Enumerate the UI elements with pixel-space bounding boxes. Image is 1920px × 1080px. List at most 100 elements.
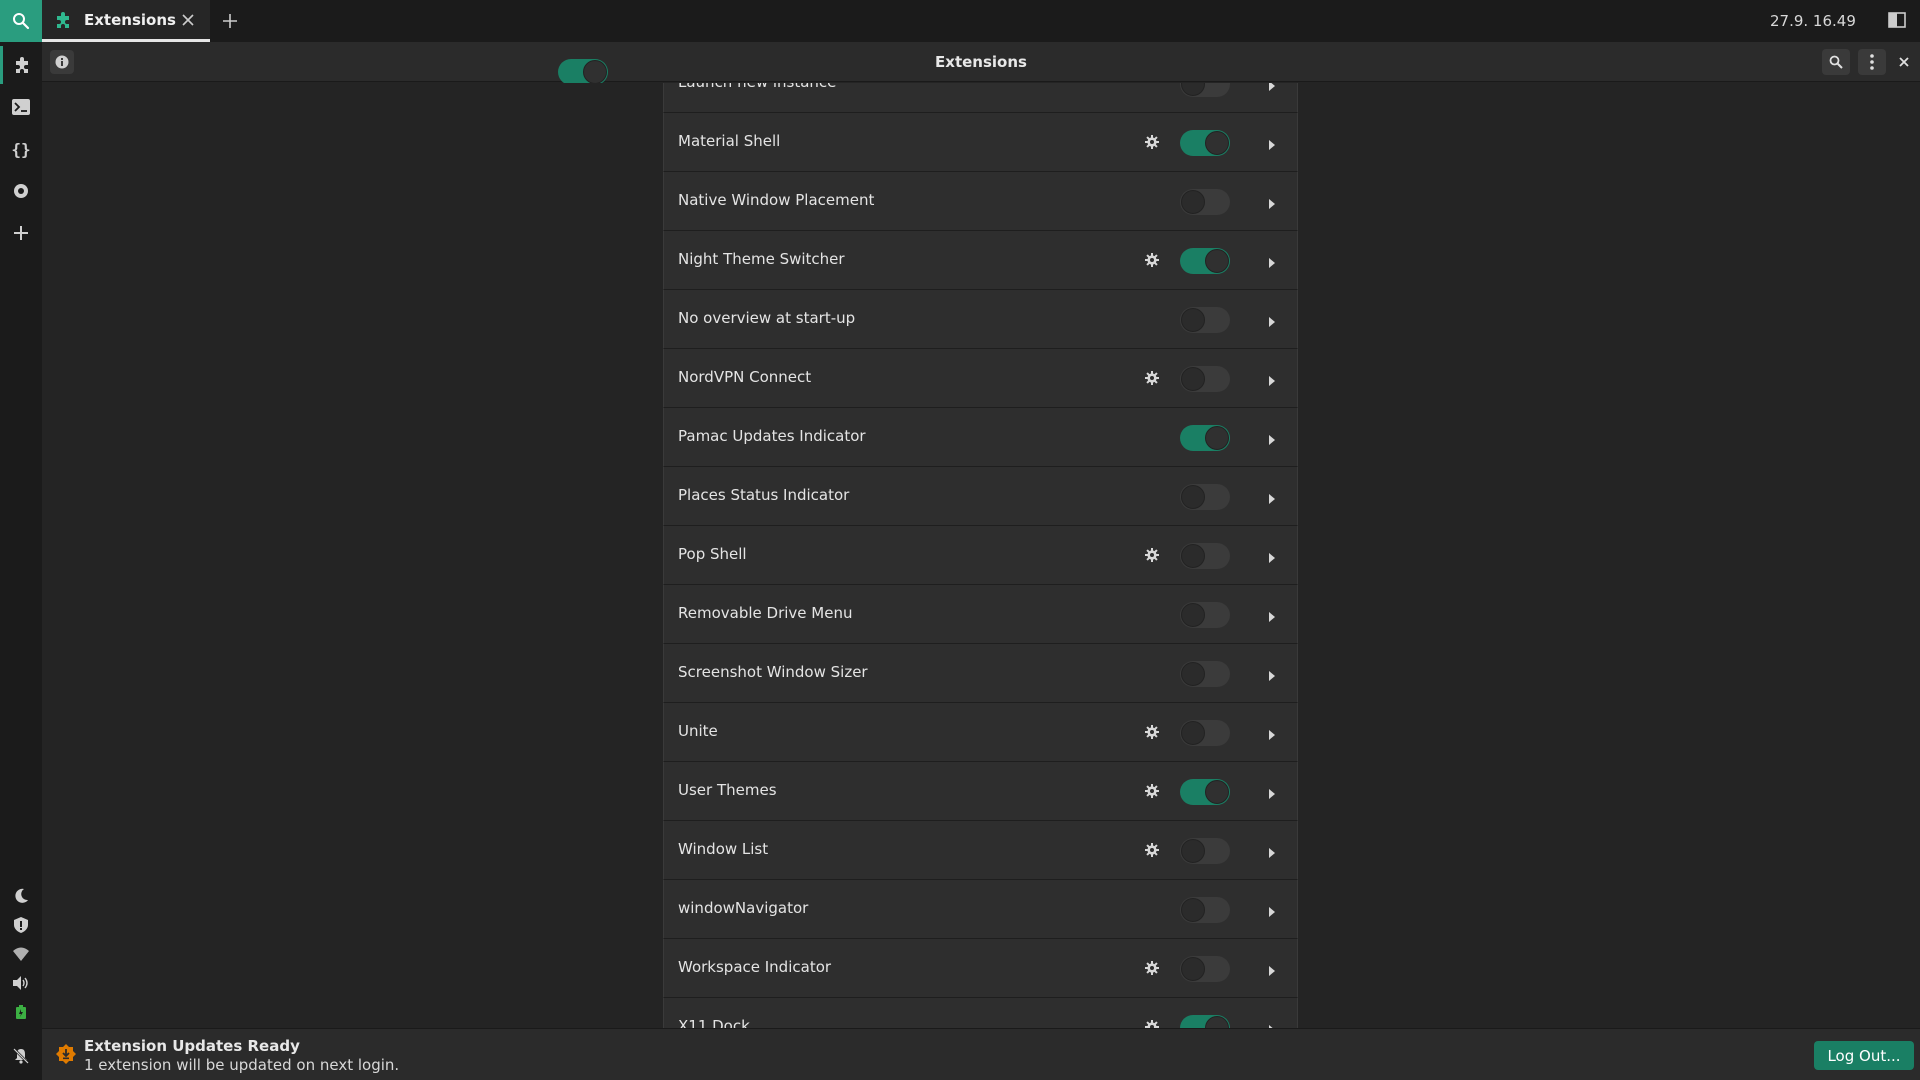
extension-row[interactable]: Screenshot Window Sizer xyxy=(663,644,1298,703)
extension-toggle[interactable] xyxy=(1180,484,1230,510)
new-tab-button[interactable] xyxy=(220,11,240,31)
extension-toggle[interactable] xyxy=(1180,897,1230,923)
search-extensions-button[interactable] xyxy=(1822,49,1850,75)
extension-toggle[interactable] xyxy=(1180,779,1230,805)
expand-arrow-icon[interactable] xyxy=(1267,83,1277,91)
gear-icon[interactable] xyxy=(1140,838,1164,862)
battery-icon xyxy=(16,1005,26,1019)
gear-icon[interactable] xyxy=(1140,720,1164,744)
expand-arrow-icon[interactable] xyxy=(1267,903,1277,917)
extensions-global-toggle[interactable] xyxy=(558,59,608,85)
menu-button[interactable] xyxy=(1858,49,1886,75)
extension-toggle[interactable] xyxy=(1180,425,1230,451)
expand-arrow-icon[interactable] xyxy=(1267,254,1277,268)
gear-icon[interactable] xyxy=(1140,956,1164,980)
extension-toggle[interactable] xyxy=(1180,189,1230,215)
toggle-knob xyxy=(1181,721,1205,745)
dock-settings[interactable] xyxy=(0,172,42,210)
extension-row[interactable]: Unite xyxy=(663,703,1298,762)
tab-extensions[interactable]: Extensions xyxy=(42,0,210,42)
extension-row[interactable]: Workspace Indicator xyxy=(663,939,1298,998)
expand-arrow-icon[interactable] xyxy=(1267,844,1277,858)
extension-row[interactable]: Night Theme Switcher xyxy=(663,231,1298,290)
dock-notifications[interactable] xyxy=(0,1042,42,1070)
close-tab-icon[interactable] xyxy=(180,12,196,28)
extension-toggle[interactable] xyxy=(1180,720,1230,746)
expand-arrow-icon[interactable] xyxy=(1267,372,1277,386)
volume-icon xyxy=(13,976,28,990)
shield-icon xyxy=(14,917,28,933)
expand-arrow-icon[interactable] xyxy=(1267,431,1277,445)
extension-toggle[interactable] xyxy=(1180,248,1230,274)
toggle-knob xyxy=(1205,131,1229,155)
layout-icon[interactable] xyxy=(1888,12,1908,30)
extension-toggle[interactable] xyxy=(1180,1015,1230,1028)
dock-terminal[interactable] xyxy=(0,88,42,126)
expand-arrow-icon[interactable] xyxy=(1267,667,1277,681)
gear-icon[interactable] xyxy=(1140,248,1164,272)
expand-arrow-icon[interactable] xyxy=(1267,726,1277,740)
extension-row[interactable]: No overview at start-up xyxy=(663,290,1298,349)
close-window-button[interactable] xyxy=(1892,50,1916,74)
extension-toggle[interactable] xyxy=(1180,543,1230,569)
extension-name: User Themes xyxy=(678,781,777,799)
expand-arrow-icon[interactable] xyxy=(1267,785,1277,799)
log-out-button[interactable]: Log Out... xyxy=(1814,1041,1914,1070)
extension-row[interactable]: Material Shell xyxy=(663,113,1298,172)
expand-arrow-icon[interactable] xyxy=(1267,608,1277,622)
expand-arrow-icon[interactable] xyxy=(1267,1021,1277,1028)
expand-arrow-icon[interactable] xyxy=(1267,136,1277,150)
dock-battery[interactable] xyxy=(0,998,42,1026)
extension-name: Launch new instance xyxy=(678,83,836,91)
extension-name: windowNavigator xyxy=(678,899,809,917)
extension-row[interactable]: Native Window Placement xyxy=(663,172,1298,231)
extension-row[interactable]: User Themes xyxy=(663,762,1298,821)
extension-toggle[interactable] xyxy=(1180,130,1230,156)
extension-row[interactable]: NordVPN Connect xyxy=(663,349,1298,408)
toggle-knob xyxy=(1181,308,1205,332)
dock-extensions[interactable] xyxy=(0,46,42,84)
search-button[interactable] xyxy=(0,0,42,42)
extensions-content[interactable]: Launch new instance Material Shell Native … xyxy=(42,83,1920,1028)
expand-arrow-icon[interactable] xyxy=(1267,549,1277,563)
extension-row[interactable]: Places Status Indicator xyxy=(663,467,1298,526)
moon-icon xyxy=(15,888,28,903)
extension-name: Places Status Indicator xyxy=(678,486,850,504)
extension-toggle[interactable] xyxy=(1180,366,1230,392)
extension-row[interactable]: windowNavigator xyxy=(663,880,1298,939)
extension-row[interactable]: Removable Drive Menu xyxy=(663,585,1298,644)
puzzle-icon xyxy=(15,57,28,73)
extension-toggle[interactable] xyxy=(1180,956,1230,982)
dock-add[interactable] xyxy=(0,214,42,252)
kebab-menu-icon xyxy=(1870,54,1874,70)
extension-toggle[interactable] xyxy=(1180,83,1230,97)
dock-volume[interactable] xyxy=(0,969,42,997)
dock-night-mode[interactable] xyxy=(0,882,42,910)
extension-toggle[interactable] xyxy=(1180,602,1230,628)
dock-wifi[interactable] xyxy=(0,940,42,968)
expand-arrow-icon[interactable] xyxy=(1267,490,1277,504)
toggle-knob xyxy=(1181,485,1205,509)
gear-icon[interactable] xyxy=(1140,1015,1164,1028)
extension-row[interactable]: Window List xyxy=(663,821,1298,880)
toggle-knob xyxy=(1181,190,1205,214)
expand-arrow-icon[interactable] xyxy=(1267,962,1277,976)
notification-title: Extension Updates Ready xyxy=(84,1037,300,1055)
dock-code-editor[interactable]: {} xyxy=(0,130,42,168)
gear-icon[interactable] xyxy=(1140,543,1164,567)
extension-row[interactable]: X11 Dock xyxy=(663,998,1298,1028)
expand-arrow-icon[interactable] xyxy=(1267,313,1277,327)
extension-row[interactable]: Launch new instance xyxy=(663,83,1298,113)
gear-icon[interactable] xyxy=(1140,366,1164,390)
extension-toggle[interactable] xyxy=(1180,838,1230,864)
expand-arrow-icon[interactable] xyxy=(1267,195,1277,209)
toggle-knob xyxy=(1181,898,1205,922)
extension-toggle[interactable] xyxy=(1180,307,1230,333)
gear-icon[interactable] xyxy=(1140,130,1164,154)
extension-row[interactable]: Pamac Updates Indicator xyxy=(663,408,1298,467)
gear-icon[interactable] xyxy=(1140,779,1164,803)
extension-row[interactable]: Pop Shell xyxy=(663,526,1298,585)
extensions-list: Launch new instance Material Shell Native … xyxy=(663,83,1298,1028)
extension-toggle[interactable] xyxy=(1180,661,1230,687)
dock-vpn[interactable] xyxy=(0,911,42,939)
